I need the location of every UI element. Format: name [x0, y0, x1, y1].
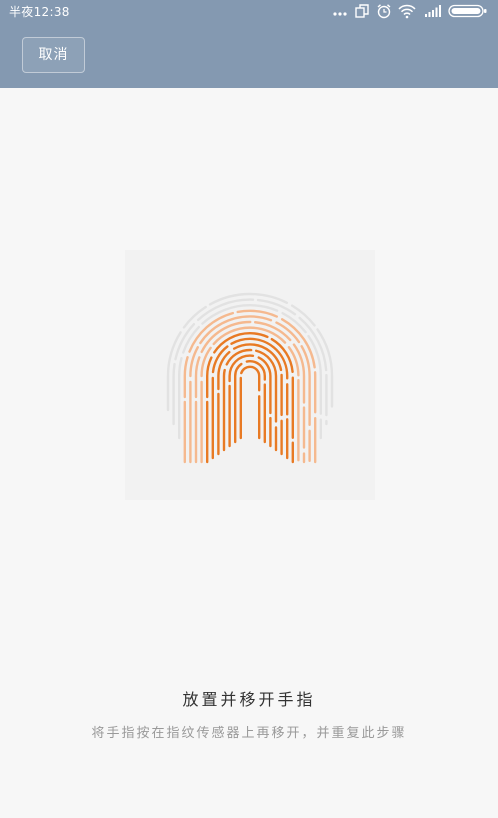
cancel-button[interactable]: 取消 — [22, 37, 85, 73]
status-time: 半夜12:38 — [9, 5, 70, 19]
instruction-text: 将手指按在指纹传感器上再移开，并重复此步骤 — [91, 726, 407, 741]
screen-rotate-icon — [355, 4, 369, 18]
alarm-icon — [377, 4, 391, 19]
page-title: 放置并移开手指 — [182, 690, 316, 709]
battery-icon — [448, 4, 487, 18]
fingerprint-icon — [166, 292, 334, 464]
fingerprint-panel — [125, 250, 375, 500]
signal-icon — [425, 5, 441, 17]
status-icons — [332, 3, 492, 19]
header-bar: 半夜12:38 取消 — [0, 0, 498, 88]
wifi-icon — [398, 4, 416, 19]
fingerprint-ridge — [239, 365, 261, 440]
status-bar: 半夜12:38 — [0, 0, 498, 22]
more-dots-icon — [333, 12, 347, 16]
fingerprint-ridge — [200, 326, 300, 464]
